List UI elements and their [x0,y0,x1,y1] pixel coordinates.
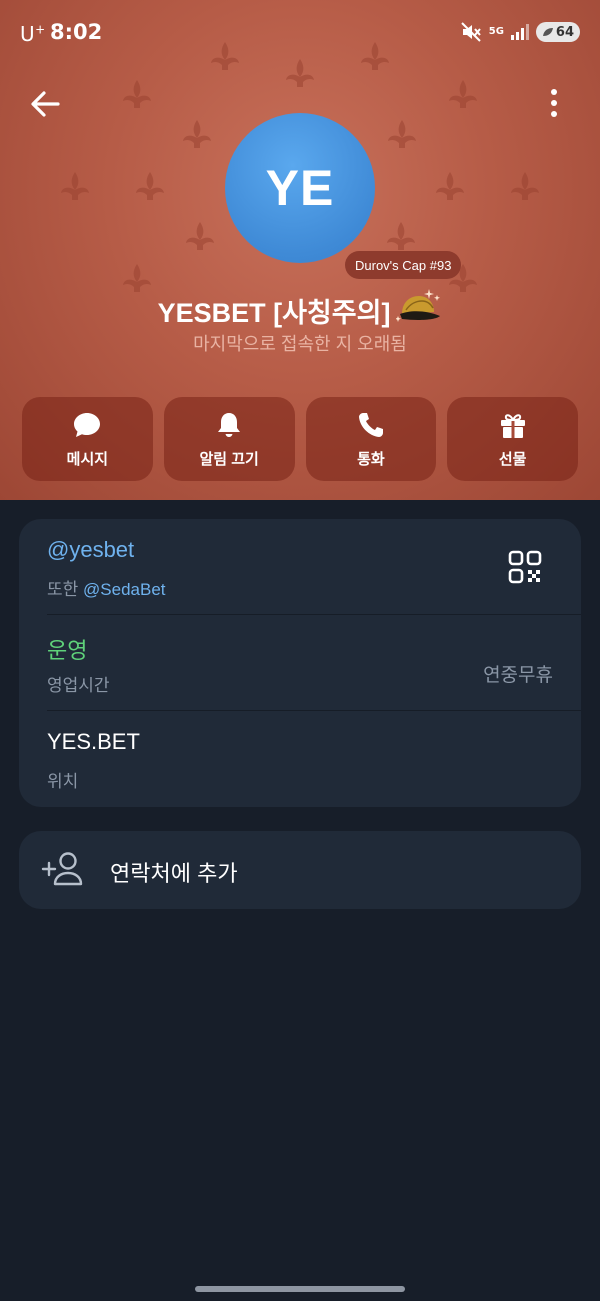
location-title: YES.BET [47,729,140,754]
fleur-pattern-icon [388,120,416,148]
fleur-pattern-icon [186,222,214,250]
profile-name-row: YESBET [사칭주의] [0,289,600,330]
more-options-icon[interactable] [536,84,572,124]
location-row[interactable]: YES.BET 위치 [19,711,581,807]
cap-emoji-icon[interactable] [396,286,442,326]
call-button[interactable]: 통화 [305,397,437,481]
fleur-pattern-icon [136,172,164,200]
avatar[interactable]: YE [225,113,375,263]
profile-header: U+ 8:02 5G 64 YE Durov's Cap #93 YESBET … [0,0,600,500]
call-button-label: 통화 [357,450,385,468]
battery-indicator: 64 [535,22,580,42]
home-indicator[interactable] [195,1286,405,1292]
hours-value: 연중무휴 [483,665,553,686]
qr-code-icon[interactable] [507,549,543,585]
leaf-icon [542,28,553,36]
status-bar: U+ 8:02 5G 64 [0,0,600,66]
username[interactable]: @yesbet [47,537,134,563]
business-hours-row[interactable]: 운영 영업시간 연중무휴 [19,615,581,711]
carrier-label: U+ [20,22,46,46]
status-icons: 5G 64 [461,22,580,42]
hours-title: 운영 [47,638,88,663]
fleur-pattern-icon [183,120,211,148]
network-type: 5G [488,26,504,37]
battery-level: 64 [555,24,574,40]
last-seen-status: 마지막으로 접속한 지 오래됨 [193,334,407,354]
add-to-contacts-button[interactable]: 연락처에 추가 [19,831,581,909]
profile-info-card: @yesbet 또한 @SedaBet 운영 영업시간 연중무휴 YES.BET… [19,519,581,807]
mute-notifications-button[interactable]: 알림 끄기 [163,397,295,481]
gift-button[interactable]: 선물 [447,397,578,481]
also-username-link[interactable]: @SedaBet [83,580,165,599]
also-username-line: 또한 @SedaBet [47,575,166,600]
fleur-pattern-icon [387,222,415,250]
profile-name: YESBET [사칭주의] [157,297,391,328]
back-arrow-icon[interactable] [26,84,66,124]
hours-label: 영업시간 [47,676,110,695]
location-label: 위치 [47,772,79,791]
username-row[interactable]: @yesbet 또한 @SedaBet [19,519,581,615]
add-contact-label: 연락처에 추가 [110,861,238,886]
phone-icon [358,412,383,437]
fleur-pattern-icon [436,172,464,200]
fleur-pattern-icon [449,80,477,108]
message-button-label: 메시지 [66,450,109,468]
clock: 8:02 [50,20,103,44]
message-button[interactable]: 메시지 [22,397,153,481]
message-icon [74,412,101,437]
gift-collectible-tag[interactable]: Durov's Cap #93 [345,251,462,279]
gift-button-label: 선물 [498,450,527,468]
fleur-pattern-icon [61,172,89,200]
fleur-pattern-icon [123,80,151,108]
mute-button-label: 알림 끄기 [199,450,259,468]
fleur-pattern-icon [511,172,539,200]
mute-icon [461,22,481,42]
add-person-icon [41,852,83,886]
gift-icon [500,413,525,438]
also-prefix: 또한 [47,580,79,599]
signal-icon [510,24,529,40]
bell-icon [218,412,241,437]
action-buttons: 메시지 알림 끄기 통화 선물 [22,397,578,481]
